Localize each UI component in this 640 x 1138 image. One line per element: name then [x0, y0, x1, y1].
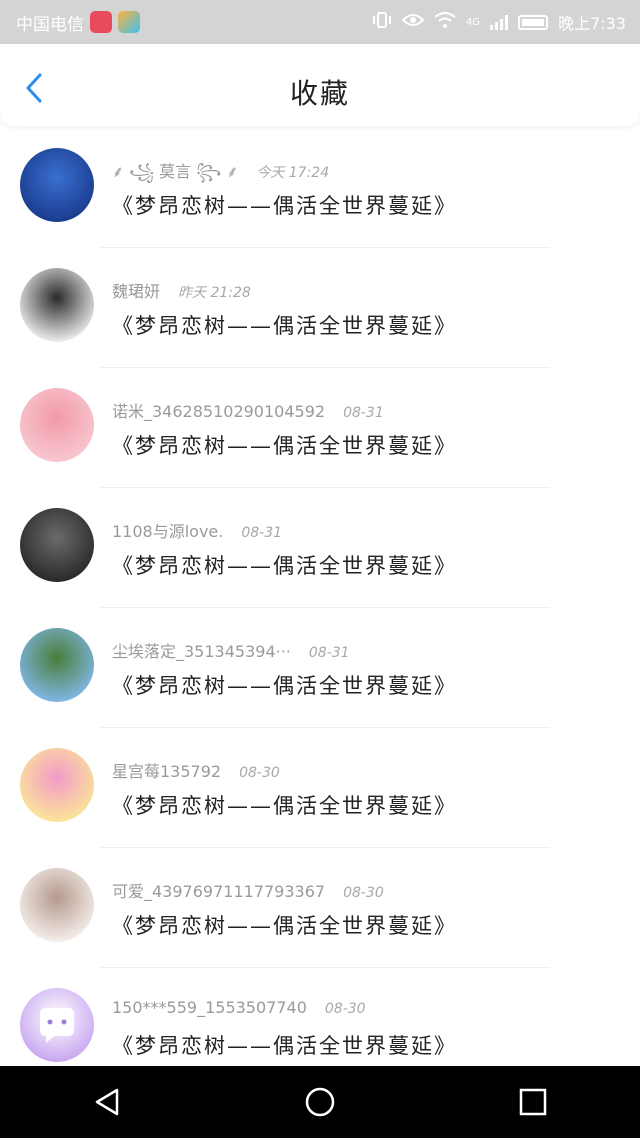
item-meta: 星宫莓135792 08-30 [112, 758, 280, 782]
username[interactable]: 魏珺妍 [112, 282, 160, 301]
username[interactable]: 尘埃落定_351345394··· [112, 642, 291, 661]
timestamp: 08-30 [239, 765, 280, 781]
item-title[interactable]: 《梦昂恋树——偶活全世界蔓延》 [112, 550, 457, 580]
list-item[interactable]: 尘埃落定_351345394··· 08-31 《梦昂恋树——偶活全世界蔓延》 [0, 608, 640, 728]
item-meta: 可爱_43976971117793367 08-30 [112, 878, 384, 902]
eye-icon [401, 12, 425, 32]
nav-home-button[interactable] [290, 1072, 350, 1132]
username[interactable]: 1108与源love. [112, 522, 223, 541]
signal-icon [490, 14, 509, 30]
wifi-icon [434, 11, 456, 33]
circle-home-icon [305, 1087, 335, 1117]
avatar[interactable] [20, 628, 94, 702]
item-title[interactable]: 《梦昂恋树——偶活全世界蔓延》 [112, 670, 457, 700]
item-meta: 诺米_34628510290104592 08-31 [112, 398, 384, 422]
list-item[interactable]: 1108与源love. 08-31 《梦昂恋树——偶活全世界蔓延》 [0, 488, 640, 608]
timestamp: 08-31 [343, 405, 384, 421]
timestamp: 08-31 [308, 645, 350, 661]
favorites-list: ⸙ ꧁ 莫言 ꧂ ⸙ 今天 17:24 《梦昂恋树——偶活全世界蔓延》 魏珺妍 昨天… [0, 128, 640, 1088]
item-meta: ⸙ ꧁ 莫言 ꧂ ⸙ 今天 17:24 [112, 158, 329, 192]
battery-icon [518, 14, 549, 30]
avatar[interactable] [20, 148, 94, 222]
timestamp: 昨天 21:28 [178, 285, 251, 301]
avatar[interactable] [20, 868, 94, 942]
carrier-label: 中国电信 [16, 14, 84, 35]
app-notification-icon [90, 11, 112, 33]
status-right: 4G 晚上7:33 [372, 10, 626, 34]
list-item[interactable]: 星宫莓135792 08-30 《梦昂恋树——偶活全世界蔓延》 [0, 728, 640, 848]
username[interactable]: ⸙ ꧁ 莫言 ꧂ ⸙ [112, 162, 238, 181]
item-meta: 魏珺妍 昨天 21:28 [112, 278, 251, 302]
avatar[interactable] [20, 988, 94, 1062]
item-meta: 尘埃落定_351345394··· 08-31 [112, 638, 350, 662]
username[interactable]: 可爱_43976971117793367 [112, 882, 325, 901]
username[interactable]: 星宫莓135792 [112, 762, 221, 781]
username[interactable]: 诺米_34628510290104592 [112, 402, 325, 421]
network-type: 4G [465, 16, 481, 28]
avatar[interactable] [20, 508, 94, 582]
page-title: 收藏 [289, 77, 350, 110]
item-title[interactable]: 《梦昂恋树——偶活全世界蔓延》 [112, 310, 457, 340]
clock: 晚上7:33 [558, 14, 626, 33]
header: 收藏 [0, 44, 640, 126]
chat-bubble-icon [40, 1008, 74, 1043]
vibrate-icon [372, 11, 392, 33]
status-left: 中国电信 [16, 10, 140, 35]
item-title[interactable]: 《梦昂恋树——偶活全世界蔓延》 [112, 190, 457, 220]
square-recents-icon [520, 1088, 547, 1116]
item-title[interactable]: 《梦昂恋树——偶活全世界蔓延》 [112, 910, 457, 940]
triangle-back-icon [95, 1088, 118, 1116]
item-title[interactable]: 《梦昂恋树——偶活全世界蔓延》 [112, 430, 457, 460]
timestamp: 08-31 [241, 525, 283, 541]
item-title[interactable]: 《梦昂恋树——偶活全世界蔓延》 [112, 1030, 457, 1060]
item-meta: 150***559_1553507740 08-30 [112, 998, 366, 1017]
app-notification-icon [118, 11, 140, 33]
avatar[interactable] [20, 268, 94, 342]
list-item[interactable]: 诺米_34628510290104592 08-31 《梦昂恋树——偶活全世界蔓延… [0, 368, 640, 488]
avatar[interactable] [20, 748, 94, 822]
avatar[interactable] [20, 388, 94, 462]
username[interactable]: 150***559_1553507740 [112, 998, 307, 1017]
list-item[interactable]: ⸙ ꧁ 莫言 ꧂ ⸙ 今天 17:24 《梦昂恋树——偶活全世界蔓延》 [0, 128, 640, 248]
timestamp: 08-30 [324, 1001, 366, 1017]
list-item[interactable]: 可爱_43976971117793367 08-30 《梦昂恋树——偶活全世界蔓延… [0, 848, 640, 968]
nav-recents-button[interactable] [503, 1072, 563, 1132]
status-bar: 中国电信 4G 晚上7:33 [0, 0, 640, 44]
item-title[interactable]: 《梦昂恋树——偶活全世界蔓延》 [112, 790, 457, 820]
timestamp: 08-30 [343, 885, 384, 901]
item-meta: 1108与源love. 08-31 [112, 518, 282, 542]
nav-back-button[interactable] [77, 1072, 137, 1132]
timestamp: 今天 17:24 [256, 165, 330, 181]
system-nav-bar [0, 1066, 640, 1138]
list-item[interactable]: 魏珺妍 昨天 21:28 《梦昂恋树——偶活全世界蔓延》 [0, 248, 640, 368]
